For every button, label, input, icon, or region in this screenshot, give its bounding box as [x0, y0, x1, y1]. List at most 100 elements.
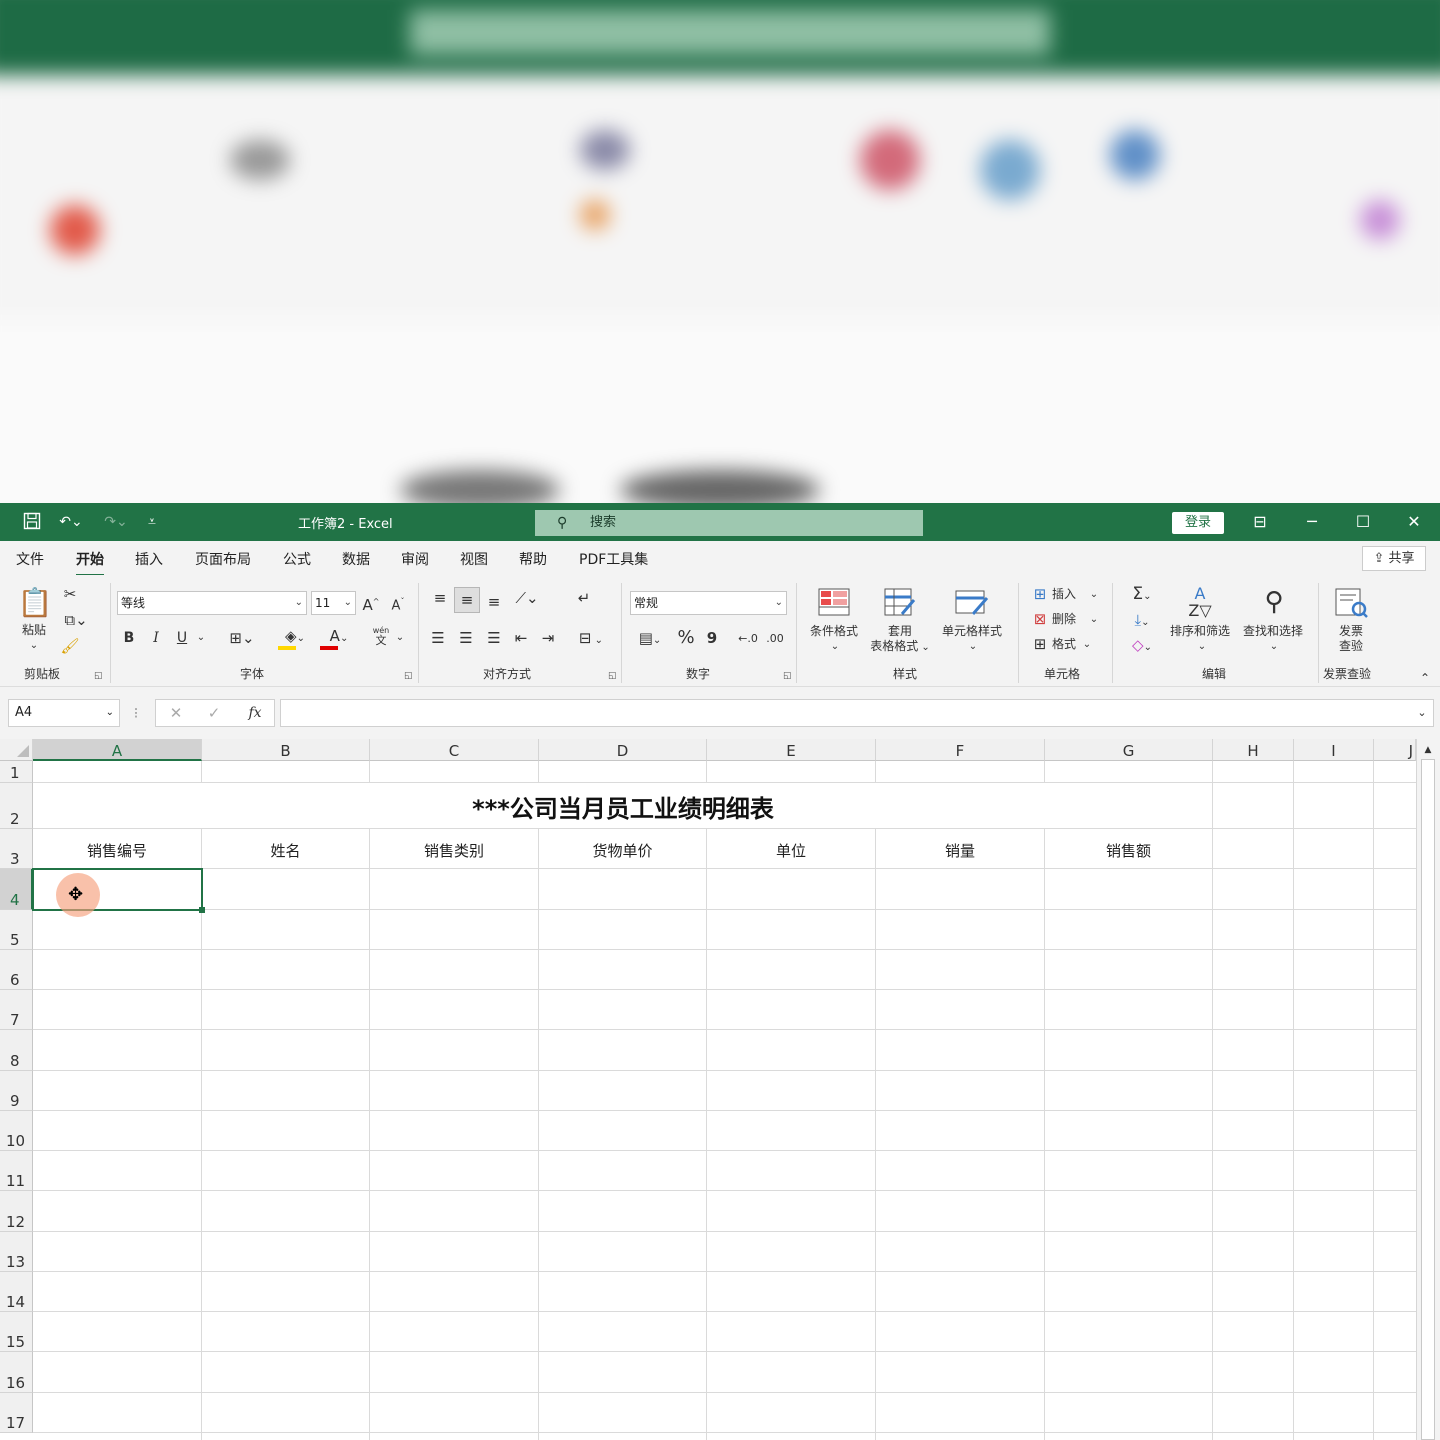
accounting-format-icon[interactable]: ▤⌄	[632, 629, 668, 650]
cell-styles-icon[interactable]	[955, 588, 989, 618]
scrollbar-thumb[interactable]	[1421, 759, 1435, 1440]
row-header-1[interactable]: 1	[0, 761, 33, 783]
tab-data[interactable]: 数据	[342, 549, 370, 569]
underline-dropdown-icon[interactable]: ⌄	[194, 629, 208, 647]
formula-input[interactable]: ⌄	[280, 699, 1434, 727]
number-format-combo[interactable]: 常规 ⌄	[630, 591, 787, 615]
maximize-icon[interactable]: ☐	[1348, 509, 1378, 535]
sort-filter-icon[interactable]: A Z▽	[1180, 585, 1220, 619]
autosum-icon[interactable]: Σ⌄	[1124, 585, 1160, 606]
font-name-combo[interactable]: 等线 ⌄	[117, 591, 307, 615]
cancel-icon[interactable]: ✕	[166, 704, 186, 722]
comma-button[interactable]: 9	[704, 629, 720, 647]
invoice-check-icon[interactable]	[1333, 587, 1369, 619]
format-cells-icon[interactable]: ⊞	[1030, 635, 1050, 653]
row-header-11[interactable]: 11	[0, 1151, 33, 1191]
header-cell-category[interactable]: 销售类别	[370, 840, 538, 861]
row-header-8[interactable]: 8	[0, 1030, 33, 1071]
find-select-icon[interactable]: ⚲	[1256, 585, 1292, 619]
bold-button[interactable]: B	[121, 629, 137, 647]
column-header-i[interactable]: I	[1294, 739, 1374, 761]
ribbon-display-icon[interactable]: ⊟	[1245, 509, 1275, 535]
column-header-e[interactable]: E	[707, 739, 876, 761]
expand-formula-icon[interactable]: ⌄	[1415, 704, 1429, 722]
header-cell-quantity[interactable]: 销量	[876, 840, 1044, 861]
redo-icon[interactable]: ↷⌄	[100, 512, 132, 532]
splitter-handle-icon[interactable]: ⁝	[131, 704, 141, 722]
clear-icon[interactable]: ◇⌄	[1124, 636, 1160, 657]
scroll-up-icon[interactable]: ▲	[1421, 741, 1435, 759]
clipboard-launcher-icon[interactable]: ◱	[94, 671, 103, 681]
invoice-check-label-bottom[interactable]: 查验	[1331, 639, 1371, 654]
tab-file[interactable]: 文件	[16, 549, 44, 569]
fill-color-icon[interactable]: ◈⌄	[275, 627, 315, 648]
orientation-icon[interactable]: ⟋⌄	[510, 589, 544, 607]
worksheet-grid[interactable]: A B C D E F G H I J 1 2 3 4 5 6 7 8 9 10…	[0, 739, 1440, 1440]
tab-insert[interactable]: 插入	[135, 549, 163, 569]
row-header-14[interactable]: 14	[0, 1272, 33, 1312]
phonetic-dropdown-icon[interactable]: ⌄	[393, 629, 407, 647]
collapse-ribbon-icon[interactable]: ⌃	[1416, 669, 1434, 687]
merge-center-icon[interactable]: ⊟ ⌄	[571, 629, 611, 650]
header-cell-unit[interactable]: 单位	[707, 840, 875, 861]
align-top-icon[interactable]: ≡	[430, 589, 450, 607]
invoice-check-label-top[interactable]: 发票	[1331, 624, 1371, 639]
tab-view[interactable]: 视图	[460, 549, 488, 569]
row-header-13[interactable]: 13	[0, 1232, 33, 1272]
align-center-icon[interactable]: ☰	[456, 629, 476, 647]
decrease-decimal-icon[interactable]: .00	[764, 630, 786, 648]
share-button[interactable]: ⇪ 共享	[1362, 546, 1426, 571]
column-header-h[interactable]: H	[1213, 739, 1294, 761]
format-painter-icon[interactable]: 🖌	[60, 637, 80, 655]
header-cell-sales-id[interactable]: 销售编号	[33, 840, 201, 861]
phonetic-icon[interactable]: wén 文	[370, 626, 392, 647]
format-cells-label[interactable]: 格式	[1052, 637, 1082, 652]
insert-cells-label[interactable]: 插入	[1052, 587, 1082, 602]
delete-cells-label[interactable]: 删除	[1052, 612, 1082, 627]
font-size-combo[interactable]: 11 ⌄	[311, 591, 356, 615]
save-icon[interactable]	[22, 512, 42, 532]
border-icon[interactable]: ⊞⌄	[222, 629, 262, 647]
increase-decimal-icon[interactable]: ←.0	[737, 630, 759, 648]
italic-button[interactable]: I	[148, 629, 164, 647]
header-cell-unit-price[interactable]: 货物单价	[539, 840, 706, 861]
cut-icon[interactable]: ✂	[60, 585, 80, 603]
paste-label[interactable]: 粘贴	[14, 623, 54, 638]
name-box[interactable]: A4 ⌄	[8, 699, 120, 727]
undo-icon[interactable]: ↶⌄	[55, 512, 87, 532]
insert-cells-icon[interactable]: ⊞	[1030, 585, 1050, 603]
tab-pdf-tools[interactable]: PDF工具集	[579, 549, 648, 569]
decrease-indent-icon[interactable]: ⇤	[511, 629, 531, 647]
wrap-text-icon[interactable]: ↵	[573, 589, 595, 607]
customize-icon[interactable]: ⩡	[142, 512, 162, 532]
insert-function-icon[interactable]: fx	[244, 704, 266, 722]
minimize-icon[interactable]: ─	[1297, 509, 1327, 535]
underline-button[interactable]: U	[174, 629, 190, 647]
row-header-15[interactable]: 15	[0, 1312, 33, 1352]
fill-icon[interactable]: ⤓⌄	[1124, 611, 1160, 632]
vertical-scrollbar[interactable]: ▲	[1416, 739, 1440, 1440]
tab-formulas[interactable]: 公式	[283, 549, 311, 569]
paste-icon[interactable]: 📋	[17, 585, 53, 621]
row-header-6[interactable]: 6	[0, 950, 33, 990]
close-icon[interactable]: ✕	[1399, 509, 1429, 535]
column-header-j[interactable]: J	[1374, 739, 1416, 761]
column-header-b[interactable]: B	[202, 739, 370, 761]
number-launcher-icon[interactable]: ◱	[783, 671, 792, 681]
row-header-7[interactable]: 7	[0, 990, 33, 1030]
tab-page-layout[interactable]: 页面布局	[195, 549, 251, 569]
format-as-table-label-bottom[interactable]: 表格格式 ⌄	[862, 639, 938, 655]
shrink-font-icon[interactable]: Aˇ	[389, 593, 407, 615]
enter-icon[interactable]: ✓	[204, 704, 224, 722]
format-as-table-label-top[interactable]: 套用	[878, 624, 922, 639]
tab-home[interactable]: 开始	[76, 549, 104, 577]
column-header-a[interactable]: A	[33, 739, 202, 761]
row-header-4[interactable]: 4	[0, 869, 33, 910]
login-button[interactable]: 登录	[1172, 512, 1224, 534]
cell-styles-label[interactable]: 单元格样式	[934, 624, 1010, 639]
grow-font-icon[interactable]: A^	[362, 593, 380, 614]
tab-help[interactable]: 帮助	[519, 549, 547, 569]
conditional-format-icon[interactable]	[818, 588, 850, 616]
column-header-f[interactable]: F	[876, 739, 1045, 761]
align-bottom-icon[interactable]: ≡	[484, 593, 504, 611]
